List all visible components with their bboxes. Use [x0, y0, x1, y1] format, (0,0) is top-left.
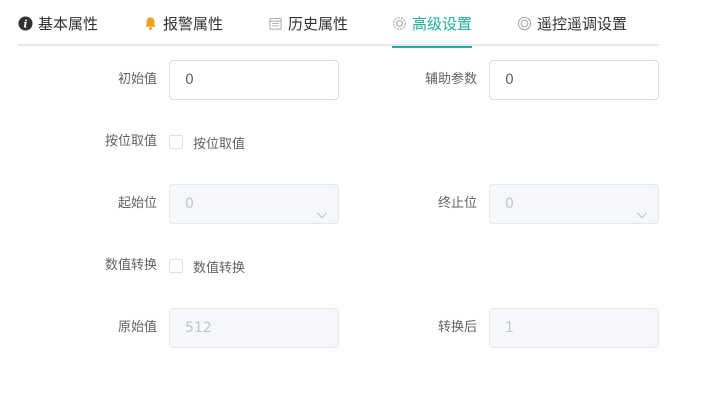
- value-convert-label: 数值转换: [104, 258, 157, 273]
- value-convert-checkbox-group[interactable]: 数值转换: [169, 246, 245, 286]
- bit-extract-checkbox[interactable]: [169, 135, 183, 149]
- tab-remote-control-settings[interactable]: 遥控遥调设置: [517, 0, 627, 46]
- original-value-label: 原始值: [117, 320, 157, 335]
- aux-param-label: 辅助参数: [424, 72, 477, 87]
- value-convert-checkbox[interactable]: [169, 259, 183, 273]
- tab-bar: i 基本属性 报警属性 历史属性 高级设置 遥控遥调设置: [18, 0, 659, 48]
- info-circle-icon: i: [18, 15, 33, 31]
- tab-label: 高级设置: [412, 14, 473, 33]
- start-bit-select[interactable]: 0: [169, 184, 339, 224]
- bell-icon: [143, 16, 158, 31]
- calendar-icon: [268, 16, 283, 31]
- tab-label: 遥控遥调设置: [537, 14, 628, 33]
- chevron-down-icon: [316, 198, 328, 236]
- tab-label: 基本属性: [38, 14, 99, 33]
- remote-control-icon: [517, 16, 532, 31]
- start-bit-label: 起始位: [117, 196, 157, 211]
- tab-history-properties[interactable]: 历史属性: [268, 0, 348, 46]
- bit-extract-checkbox-group[interactable]: 按位取值: [169, 122, 245, 162]
- tab-advanced-settings[interactable]: 高级设置: [392, 0, 473, 48]
- converted-value-label: 转换后: [437, 320, 477, 335]
- tab-label: 报警属性: [163, 14, 224, 33]
- bit-extract-label: 按位取值: [104, 134, 157, 149]
- tab-alarm-properties[interactable]: 报警属性: [143, 0, 223, 46]
- end-bit-value: 0: [505, 196, 514, 212]
- chevron-down-icon: [636, 198, 648, 236]
- svg-text:i: i: [24, 18, 28, 30]
- bit-extract-checkbox-label[interactable]: 按位取值: [193, 133, 245, 152]
- value-convert-checkbox-label[interactable]: 数值转换: [193, 257, 245, 276]
- end-bit-select[interactable]: 0: [489, 184, 659, 224]
- converted-value-input[interactable]: [489, 308, 659, 348]
- start-bit-value: 0: [185, 196, 194, 212]
- gear-icon: [392, 16, 407, 31]
- initial-value-label: 初始值: [117, 72, 157, 87]
- tab-label: 历史属性: [288, 14, 349, 33]
- initial-value-input[interactable]: [169, 60, 339, 100]
- original-value-input[interactable]: [169, 308, 339, 348]
- end-bit-label: 终止位: [437, 196, 477, 211]
- aux-param-input[interactable]: [489, 60, 659, 100]
- tab-basic-properties[interactable]: i 基本属性: [18, 0, 98, 46]
